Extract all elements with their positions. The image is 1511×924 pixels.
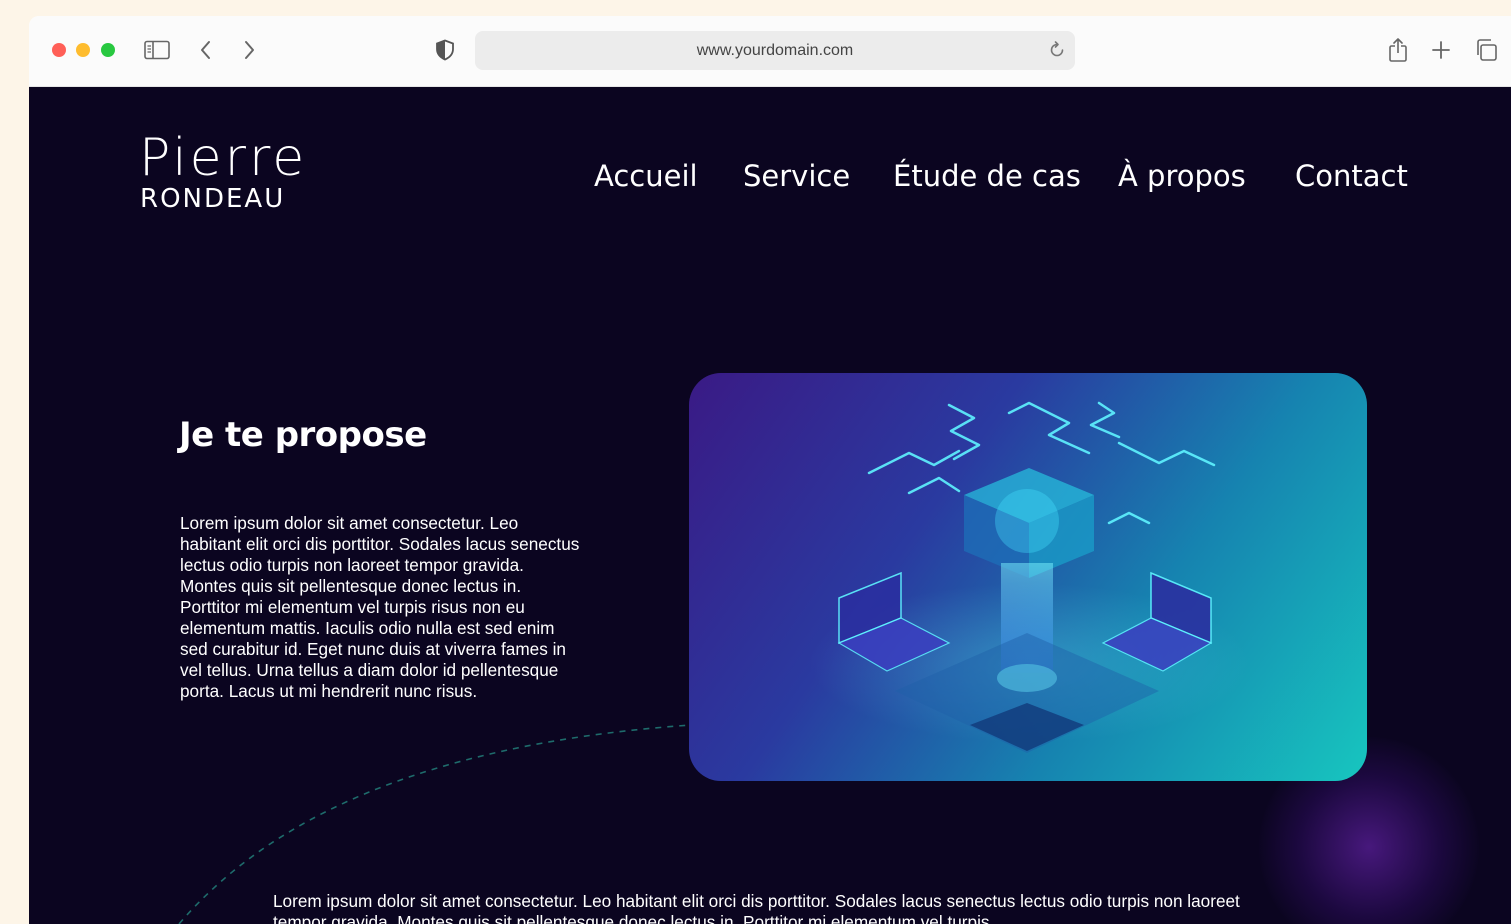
url-text: www.yourdomain.com	[696, 42, 854, 59]
hero-illustration	[689, 373, 1367, 781]
nav-item-accueil[interactable]: Accueil	[594, 159, 698, 193]
share-icon[interactable]	[1384, 36, 1412, 64]
network-illustration	[809, 401, 1249, 753]
shield-icon[interactable]	[431, 36, 459, 64]
nav-item-etude-de-cas[interactable]: Étude de cas	[893, 159, 1081, 193]
reload-icon[interactable]	[1047, 40, 1067, 65]
tabs-overview-icon[interactable]	[1472, 36, 1500, 64]
bottom-paragraph: Lorem ipsum dolor sit amet consectetur. …	[273, 891, 1240, 924]
site-logo[interactable]: Pierre RONDEAU	[139, 131, 307, 213]
minimize-window-button[interactable]	[76, 43, 90, 57]
website-page: Pierre RONDEAU Accueil Service Étude de …	[29, 87, 1511, 924]
chevron-right-icon[interactable]	[235, 36, 263, 64]
logo-first-name: Pierre	[139, 128, 308, 188]
nav-item-a-propos[interactable]: À propos	[1118, 159, 1246, 193]
close-window-button[interactable]	[52, 43, 66, 57]
browser-toolbar: www.yourdomain.com	[29, 16, 1511, 87]
zoom-window-button[interactable]	[101, 43, 115, 57]
section-headline: Je te propose	[179, 415, 427, 455]
section-paragraph: Lorem ipsum dolor sit amet consectetur. …	[180, 513, 580, 701]
sidebar-icon[interactable]	[143, 36, 171, 64]
browser-window: www.yourdomain.com Pierre RONDEAU Accuei…	[29, 16, 1511, 924]
plus-icon[interactable]	[1427, 36, 1455, 64]
nav-item-service[interactable]: Service	[743, 159, 850, 193]
chevron-left-icon[interactable]	[192, 36, 220, 64]
nav-item-contact[interactable]: Contact	[1295, 159, 1408, 193]
logo-last-name: RONDEAU	[140, 184, 286, 214]
address-bar[interactable]: www.yourdomain.com	[475, 31, 1075, 70]
